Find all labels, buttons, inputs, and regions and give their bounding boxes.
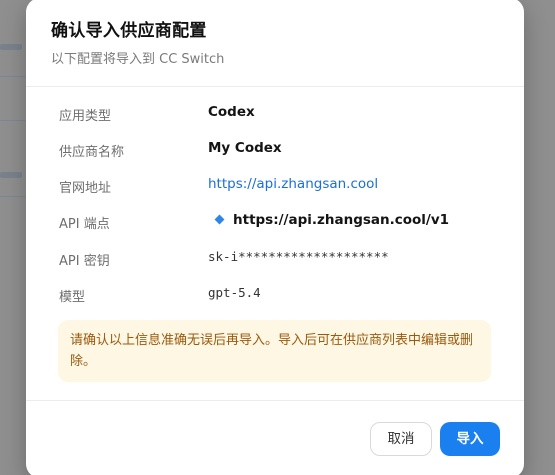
warning-box: 请确认以上信息准确无误后再导入。导入后可在供应商列表中编辑或删除。 <box>58 320 491 382</box>
model-value: gpt-5.4 <box>208 285 261 300</box>
provider-name-value: My Codex <box>208 140 282 156</box>
import-button[interactable]: 导入 <box>440 422 500 456</box>
background-text-fragment <box>0 44 22 50</box>
warning-text: 请确认以上信息准确无误后再导入。导入后可在供应商列表中编辑或删除。 <box>70 333 474 369</box>
info-row-app-type: 应用类型 Codex <box>26 102 524 126</box>
footer-divider <box>26 400 524 401</box>
website-label: 官网地址 <box>59 181 112 196</box>
info-row-api-key: API 密钥 sk-i******************** <box>26 247 524 271</box>
api-endpoint-label: API 端点 <box>59 217 110 232</box>
dialog-subtitle: 以下配置将导入到 CC Switch <box>51 52 225 67</box>
background-divider <box>0 120 26 121</box>
model-label: 模型 <box>59 290 86 305</box>
import-confirm-dialog: 确认导入供应商配置 以下配置将导入到 CC Switch 应用类型 Codex … <box>26 0 524 475</box>
background-divider <box>0 196 26 197</box>
info-row-provider-name: 供应商名称 My Codex <box>26 138 524 162</box>
api-key-value: sk-i******************** <box>208 249 389 264</box>
app-type-value: Codex <box>208 104 255 120</box>
provider-name-label: 供应商名称 <box>59 145 125 160</box>
info-row-website: 官网地址 https://api.zhangsan.cool <box>26 174 524 198</box>
app-type-label: 应用类型 <box>59 109 112 124</box>
api-endpoint-value: https://api.zhangsan.cool/v1 <box>233 212 450 228</box>
cancel-button[interactable]: 取消 <box>370 422 432 456</box>
api-endpoint-value-wrapper: https://api.zhangsan.cool/v1 <box>211 212 449 228</box>
info-row-api-endpoint: API 端点 https://api.zhangsan.cool/v1 <box>26 210 524 234</box>
background-divider <box>0 76 26 77</box>
dialog-header: 确认导入供应商配置 以下配置将导入到 CC Switch <box>26 0 524 87</box>
diamond-icon <box>214 214 225 225</box>
info-row-model: 模型 gpt-5.4 <box>26 283 524 307</box>
api-key-label: API 密钥 <box>59 254 110 269</box>
website-link[interactable]: https://api.zhangsan.cool <box>208 176 378 192</box>
background-text-fragment <box>0 172 22 178</box>
dialog-title: 确认导入供应商配置 <box>51 21 207 41</box>
